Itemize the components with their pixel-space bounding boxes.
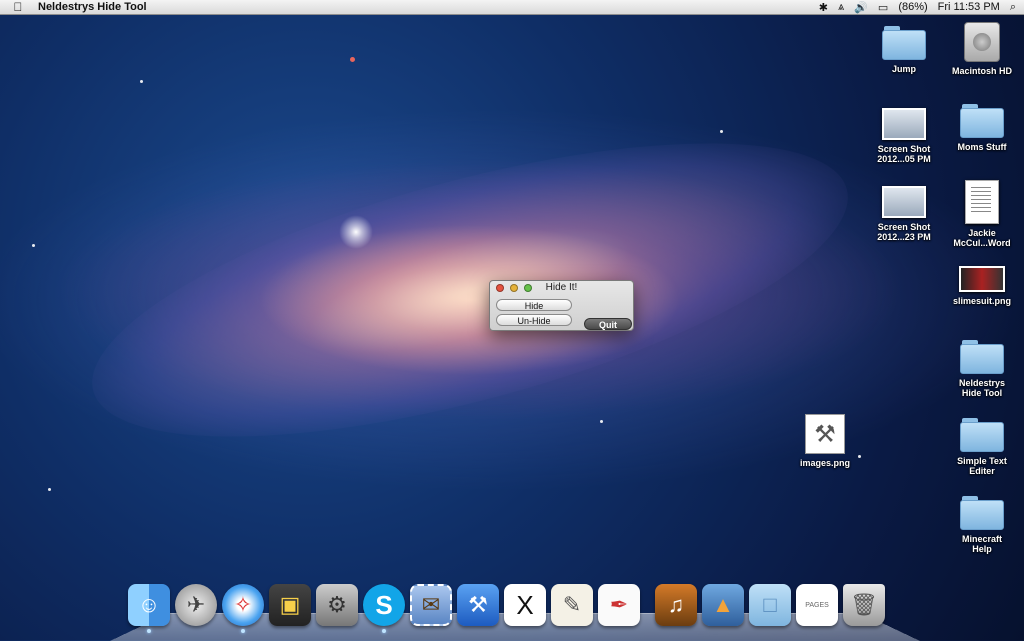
- desktop-icon-label: Screen Shot 2012...23 PM: [877, 222, 931, 242]
- hide-button[interactable]: Hide: [496, 299, 572, 311]
- wifi-icon[interactable]: ⩓: [838, 1, 844, 14]
- desktop-icon-label: Neldestrys Hide Tool: [958, 378, 1006, 398]
- star: [720, 130, 723, 133]
- garageband-icon[interactable]: ♫: [655, 584, 697, 626]
- system-preferences-icon[interactable]: ⚙: [316, 584, 358, 626]
- screenshot-thumbnail-icon: [882, 186, 926, 218]
- desktop-icon-minecraft-help[interactable]: Minecraft Help: [942, 496, 1022, 554]
- window-title: Hide It!: [545, 282, 578, 293]
- folder-icon: [960, 418, 1004, 452]
- launchpad-icon[interactable]: ✈: [175, 584, 217, 626]
- quit-button[interactable]: Quit: [584, 318, 632, 330]
- image-file-icon: [959, 266, 1005, 292]
- desktop-icon-slimesuit[interactable]: slimesuit.png: [942, 266, 1022, 306]
- app-menu[interactable]: Neldestrys Hide Tool: [38, 1, 147, 13]
- tools-image-icon: ⚒: [805, 414, 845, 454]
- star: [140, 80, 143, 83]
- trash-icon[interactable]: 🗑: [843, 584, 885, 626]
- hide-it-window: Hide It! Hide Un-Hide Quit: [489, 280, 634, 331]
- photo-browser-icon[interactable]: ▣: [269, 584, 311, 626]
- word-document-icon: [965, 180, 999, 224]
- x11-icon[interactable]: X: [504, 584, 546, 626]
- star: [48, 488, 51, 491]
- desktop-icon-label: slimesuit.png: [952, 296, 1011, 306]
- folder-icon: [882, 26, 926, 60]
- running-indicator: [147, 629, 151, 633]
- textedit-icon[interactable]: ✎: [551, 584, 593, 626]
- safari-icon[interactable]: ✧: [222, 584, 264, 633]
- desktop-icon-label: Simple Text Editer: [957, 456, 1007, 476]
- skype-icon[interactable]: S: [363, 584, 405, 633]
- star: [600, 420, 603, 423]
- folder-icon: [960, 340, 1004, 374]
- desktop-icon-label: Jackie McCul...Word: [953, 228, 1011, 248]
- menu-bar:  Neldestrys Hide Tool ✱ ⩓ 🔊 ▭ (86%) Fri…: [0, 0, 1024, 15]
- menu-clock[interactable]: Fri 11:53 PM: [938, 1, 1000, 13]
- document-stack-icon[interactable]: PAGES: [796, 584, 838, 626]
- desktop-icon-label: images.png: [799, 458, 850, 468]
- battery-percent[interactable]: (86%): [898, 1, 927, 13]
- bluetooth-icon[interactable]: ✱: [819, 1, 828, 14]
- spotlight-search-icon[interactable]: ⌕: [1010, 1, 1016, 14]
- folder-icon: [960, 104, 1004, 138]
- desktop-icon-screenshot-2[interactable]: Screen Shot 2012...23 PM: [864, 186, 944, 242]
- unhide-button[interactable]: Un-Hide: [496, 314, 572, 326]
- desktop-icon-label: Screen Shot 2012...05 PM: [877, 144, 931, 164]
- pages-badge-label: PAGES: [805, 601, 829, 609]
- xcode-icon[interactable]: ⚒: [457, 584, 499, 626]
- desktop-icon-moms-stuff[interactable]: Moms Stuff: [942, 104, 1022, 152]
- window-titlebar[interactable]: Hide It!: [490, 281, 633, 295]
- mail-stamp-icon[interactable]: ✉: [410, 584, 452, 626]
- galaxy-wallpaper: [64, 82, 876, 498]
- desktop-icon-hide-tool-folder[interactable]: Neldestrys Hide Tool: [942, 340, 1022, 398]
- dock: ☺ ✈ ✧ ▣ ⚙ S ✉ ⚒ X ✎ ✒ ♫ ▲ □ PAGES 🗑: [128, 580, 885, 633]
- desktop-icon-images-png[interactable]: ⚒ images.png: [785, 414, 865, 468]
- pages-pen-icon[interactable]: ✒: [598, 584, 640, 626]
- bright-star: [339, 215, 373, 249]
- desktop-icon-label: Minecraft Help: [961, 534, 1002, 554]
- apple-menu-icon[interactable]: : [6, 0, 30, 14]
- screenshot-thumbnail-icon: [882, 108, 926, 140]
- keynote-icon[interactable]: ▲: [702, 584, 744, 626]
- desktop-icon-label: Jump: [891, 64, 916, 74]
- desktop-icon-screenshot-1[interactable]: Screen Shot 2012...05 PM: [864, 108, 944, 164]
- volume-icon[interactable]: 🔊: [854, 1, 868, 14]
- applications-folder-icon[interactable]: □: [749, 584, 791, 626]
- desktop-icon-macintosh-hd[interactable]: Macintosh HD: [942, 22, 1022, 76]
- running-indicator: [241, 629, 245, 633]
- finder-icon[interactable]: ☺: [128, 584, 170, 633]
- battery-icon[interactable]: ▭: [878, 1, 888, 14]
- hard-drive-icon: [964, 22, 1000, 62]
- desktop-icon-label: Moms Stuff: [957, 142, 1007, 152]
- star: [32, 244, 35, 247]
- folder-icon: [960, 496, 1004, 530]
- running-indicator: [382, 629, 386, 633]
- desktop-icon-jackie-word[interactable]: Jackie McCul...Word: [942, 180, 1022, 248]
- desktop-icon-jump[interactable]: Jump: [864, 26, 944, 74]
- star: [350, 57, 355, 62]
- desktop-icon-simple-text-editer[interactable]: Simple Text Editer: [942, 418, 1022, 476]
- desktop-icon-label: Macintosh HD: [951, 66, 1012, 76]
- status-area: ✱ ⩓ 🔊 ▭ (86%) Fri 11:53 PM ⌕: [819, 0, 1016, 14]
